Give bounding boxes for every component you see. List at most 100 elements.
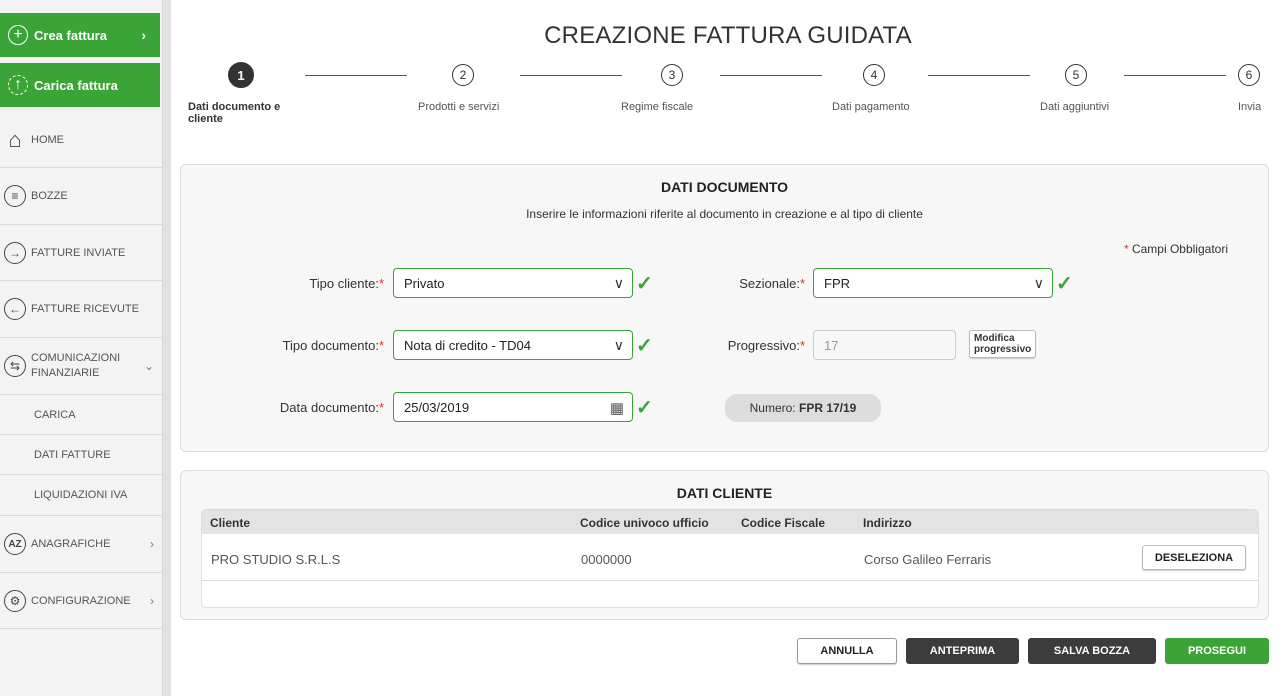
step-5-indicator[interactable]: 5 [1065,64,1087,86]
table-row[interactable]: PRO STUDIO S.R.L.S 0000000 Corso Galileo… [202,534,1258,581]
column-header: Codice Fiscale [741,516,826,530]
sidebar-divider [162,0,171,696]
asterisk: * [1123,242,1129,256]
numero-label: Numero: [749,401,796,415]
label-text: Progressivo: [727,338,800,353]
chevron-down-icon: ∨ [613,275,624,291]
panel-title: DATI CLIENTE [676,485,773,501]
anteprima-button[interactable]: ANTEPRIMA [906,638,1019,664]
sidebar-item-comunicazioni[interactable]: ⇆ COMUNICAZIONI FINANZIARIE ⌄ [0,338,162,395]
required-note-text: Campi Obbligatori [1131,242,1228,256]
step-3-label: Regime fiscale [621,101,694,113]
step-3-indicator[interactable]: 3 [661,64,683,86]
chevron-down-icon: ⌄ [143,359,154,373]
data-documento-value: 25/03/2019 [404,399,470,415]
sidebar-item-label: BOZZE [31,190,68,202]
sidebar-item-configurazione[interactable]: ⚙ CONFIGURAZIONE › [0,573,162,629]
label-text: Data documento: [279,400,379,415]
home-icon: ⌂ [8,126,22,152]
draft-icon: ≡ [4,185,26,207]
checkmark-icon: ✓ [636,273,653,295]
progressivo-value: 17 [824,337,839,353]
step-6-label: Invia [1238,101,1262,113]
table-header: Cliente Codice univoco ufficio Codice Fi… [202,510,1258,534]
tipo-cliente-label: Tipo cliente:* [309,276,384,291]
checkmark-icon: ✓ [1056,273,1073,295]
sidebar-item-fatture-ricevute[interactable]: ← FATTURE RICEVUTE [0,281,162,338]
sezionale-select[interactable]: FPR ∨ [813,268,1053,298]
step-2-indicator[interactable]: 2 [452,64,474,86]
annulla-button[interactable]: ANNULLA [797,638,897,664]
button-line: Modifica [974,333,1015,344]
step-connector [305,75,407,76]
step-1-indicator[interactable]: 1 [228,62,254,88]
step-5-label: Dati aggiuntivi [1040,101,1110,113]
chevron-down-icon: ∨ [1033,275,1044,291]
prosegui-button[interactable]: PROSEGUI [1165,638,1269,664]
progressivo-input[interactable]: 17 [813,330,956,360]
sidebar-item-home[interactable]: ⌂ HOME [0,112,162,168]
modifica-progressivo-button[interactable]: Modifica progressivo [969,330,1037,358]
sidebar-item-bozze[interactable]: ≡ BOZZE [0,168,162,225]
gear-icon: ⚙ [4,589,26,612]
crea-fattura-button[interactable]: + Crea fattura › [0,13,160,57]
sidebar-item-anagrafiche[interactable]: AZ ANAGRAFICHE › [0,516,162,573]
step-4-indicator[interactable]: 4 [863,64,885,86]
crea-fattura-label: Crea fattura [34,27,107,43]
column-header: Indirizzo [863,516,912,530]
sidebar-item-label: CONFIGURAZIONE [31,594,131,607]
deseleziona-button[interactable]: DESELEZIONA [1142,545,1246,570]
step-connector [928,75,1030,76]
label-text: Tipo cliente: [309,276,379,291]
sidebar-item-liquidazioni-iva[interactable]: LIQUIDAZIONI IVA [0,475,162,516]
az-icon: AZ [4,533,26,555]
sidebar: + Crea fattura › ↑ Carica fattura ⌂ HOME… [0,0,162,696]
chevron-down-icon: ∨ [613,337,624,353]
column-header: Cliente [210,516,251,530]
progressivo-label: Progressivo:* [728,338,805,353]
chevron-right-icon: › [150,537,154,551]
asterisk: * [378,338,384,353]
tipo-documento-select[interactable]: Nota di credito - TD04 ∨ [393,330,633,360]
calendar-icon[interactable]: ▦ [610,399,624,417]
sidebar-item-label: LIQUIDAZIONI IVA [34,489,128,501]
required-note: * Campi Obbligatori [1124,242,1228,256]
carica-fattura-label: Carica fattura [34,77,118,93]
sidebar-item-label: HOME [31,133,64,146]
sidebar-item-dati-fatture[interactable]: DATI FATTURE [0,435,162,475]
step-connector [720,75,822,76]
panel-subtitle: Inserire le informazioni riferite al doc… [526,207,923,221]
sidebar-item-carica[interactable]: CARICA [0,395,162,435]
step-4-label: Dati pagamento [832,101,910,113]
sezionale-value: FPR [824,275,850,291]
tipo-documento-label: Tipo documento:* [283,338,384,353]
salva-bozza-button[interactable]: SALVA BOZZA [1028,638,1156,664]
tipo-cliente-select[interactable]: Privato ∨ [393,268,633,298]
asterisk: * [378,400,384,415]
step-6-indicator[interactable]: 6 [1238,64,1260,86]
button-line: progressivo [974,344,1032,355]
page-title: CREAZIONE FATTURA GUIDATA [544,22,912,49]
sidebar-item-fatture-inviate[interactable]: → FATTURE INVIATE [0,225,162,281]
sidebar-item-label: FATTURE INVIATE [31,246,126,259]
data-documento-label: Data documento:* [280,400,384,415]
arrow-right-circle-icon: → [4,241,26,264]
chevron-right-icon: › [141,27,146,43]
data-documento-input[interactable]: 25/03/2019 ▦ [393,392,633,422]
cell-indirizzo: Corso Galileo Ferraris [864,552,992,567]
label-text: Sezionale: [739,276,800,291]
carica-fattura-button[interactable]: ↑ Carica fattura [0,63,160,107]
numero-value: FPR 17/19 [798,401,857,415]
arrow-left-circle-icon: ← [4,298,26,320]
exchange-icon: ⇆ [4,355,26,377]
sidebar-item-label: FATTURE RICEVUTE [31,303,139,315]
step-1-label: Dati documento e cliente [188,101,281,125]
sezionale-label: Sezionale:* [739,276,805,291]
sidebar-item-label: CARICA [34,408,76,421]
sidebar-item-label: DATI FATTURE [34,448,111,461]
column-header: Codice univoco ufficio [580,516,709,530]
step-connector [520,75,622,76]
step-2-label: Prodotti e servizi [418,101,500,113]
chevron-right-icon: › [150,593,154,608]
tipo-cliente-value: Privato [404,275,445,291]
